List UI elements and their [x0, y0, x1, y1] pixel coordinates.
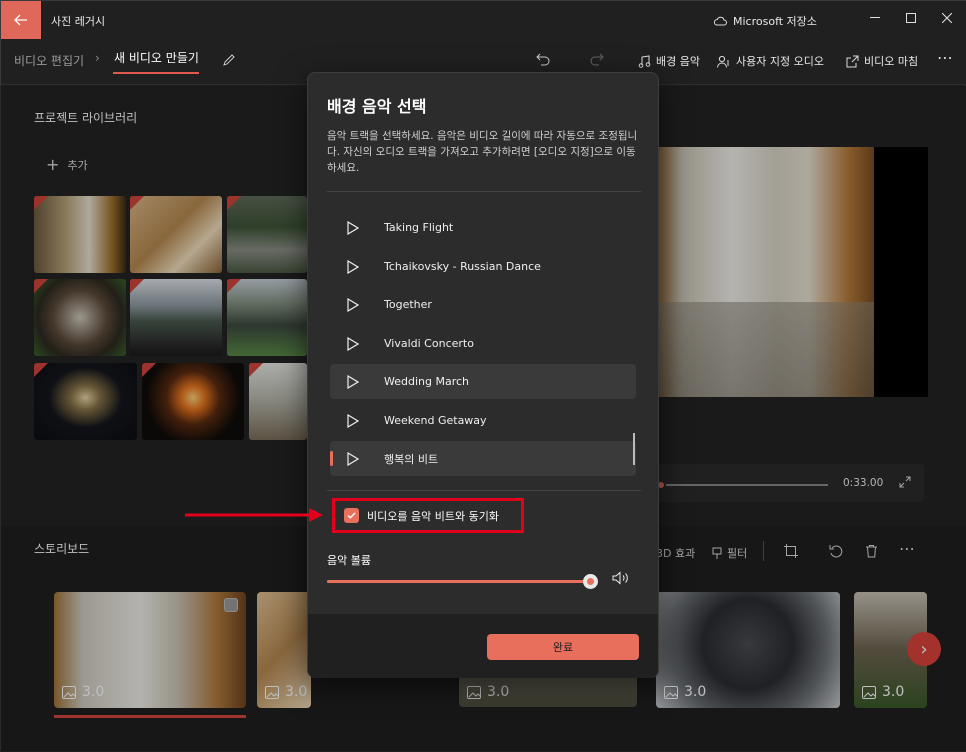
play-icon[interactable]	[347, 336, 359, 351]
background-music-button[interactable]: 배경 음악	[638, 53, 700, 69]
track-name: Together	[384, 298, 432, 311]
card-duration: 3.0	[467, 684, 509, 700]
music-note-icon	[638, 54, 651, 68]
close-icon	[942, 13, 952, 23]
breadcrumb-current: 새 비디오 만들기	[114, 51, 199, 65]
track-name: Vivaldi Concerto	[384, 337, 474, 350]
background-music-dialog: 배경 음악 선택 음악 트랙을 선택하세요. 음악은 비디오 길이에 따라 자동…	[307, 72, 659, 678]
volume-fill	[327, 580, 591, 583]
checkmark-icon	[347, 512, 356, 519]
play-icon[interactable]	[347, 451, 359, 466]
sync-to-beat-option[interactable]: 비디오를 음악 비트와 동기화	[332, 498, 524, 533]
track-item-selected[interactable]: 행복의 비트	[330, 441, 636, 476]
play-icon[interactable]	[347, 413, 359, 428]
minimize-button[interactable]	[861, 7, 889, 29]
track-item[interactable]: Tchaikovsky - Russian Dance	[330, 249, 636, 284]
breadcrumb-video-editor[interactable]: 비디오 편집기	[14, 52, 84, 69]
play-icon[interactable]	[347, 297, 359, 312]
more-options-icon[interactable]: ⋯	[937, 48, 953, 67]
back-button[interactable]	[1, 1, 41, 39]
divider	[327, 490, 641, 491]
track-item[interactable]: Together	[330, 287, 636, 322]
volume-slider[interactable]	[327, 574, 598, 589]
track-list-scrollbar[interactable]	[633, 433, 635, 465]
selection-indicator	[330, 451, 333, 466]
done-button[interactable]: 완료	[487, 634, 639, 660]
export-icon	[846, 55, 859, 67]
music-volume-label: 음악 볼륨	[327, 554, 371, 567]
card-duration-value: 3.0	[487, 684, 510, 700]
undo-icon[interactable]	[535, 52, 551, 66]
play-icon[interactable]	[347, 220, 359, 235]
volume-thumb[interactable]	[583, 574, 598, 589]
cloud-icon	[713, 16, 727, 26]
custom-audio-label: 사용자 지정 오디오	[736, 55, 824, 68]
dialog-description: 음악 트랙을 선택하세요. 음악은 비디오 길이에 따라 자동으로 조정됩니다.…	[327, 130, 638, 174]
play-icon[interactable]	[347, 374, 359, 389]
track-item-hovered[interactable]: Wedding March	[330, 364, 636, 399]
track-name: Taking Flight	[384, 221, 454, 234]
cloud-storage[interactable]: Microsoft 저장소	[713, 13, 817, 29]
play-icon[interactable]	[347, 259, 359, 274]
sync-label: 비디오를 음악 비트와 동기화	[367, 509, 499, 523]
person-audio-icon	[717, 55, 729, 68]
finish-video-label: 비디오 마침	[864, 55, 919, 68]
finish-video-button[interactable]: 비디오 마침	[846, 53, 918, 69]
rename-pencil-icon[interactable]	[222, 53, 236, 67]
track-item[interactable]: Taking Flight	[330, 210, 636, 245]
annotation-arrow-icon	[185, 508, 323, 522]
track-item[interactable]: Vivaldi Concerto	[330, 326, 636, 361]
track-name: Weekend Getaway	[384, 414, 487, 427]
redo-icon[interactable]	[589, 52, 605, 66]
app-title: 사진 레거시	[51, 15, 106, 28]
speaker-icon[interactable]	[612, 571, 630, 585]
maximize-button[interactable]	[897, 7, 925, 29]
custom-audio-button[interactable]: 사용자 지정 오디오	[717, 53, 824, 69]
track-item[interactable]: Weekend Getaway	[330, 403, 636, 438]
cloud-label: Microsoft 저장소	[733, 15, 817, 28]
track-name: 행복의 비트	[384, 452, 439, 466]
sync-checkbox[interactable]	[344, 508, 359, 523]
image-icon	[467, 685, 481, 699]
breadcrumb-underline	[113, 72, 199, 74]
back-arrow-icon	[14, 14, 27, 26]
track-name: Tchaikovsky - Russian Dance	[384, 260, 541, 273]
chevron-right-icon: ›	[95, 51, 100, 65]
maximize-icon	[906, 13, 916, 23]
divider	[327, 191, 641, 192]
dialog-title: 배경 음악 선택	[327, 97, 427, 116]
minimize-icon	[870, 17, 880, 18]
track-name: Wedding March	[384, 375, 470, 388]
background-music-label: 배경 음악	[656, 55, 700, 68]
title-bar: 사진 레거시 Microsoft 저장소	[1, 1, 966, 39]
close-button[interactable]	[933, 7, 961, 29]
